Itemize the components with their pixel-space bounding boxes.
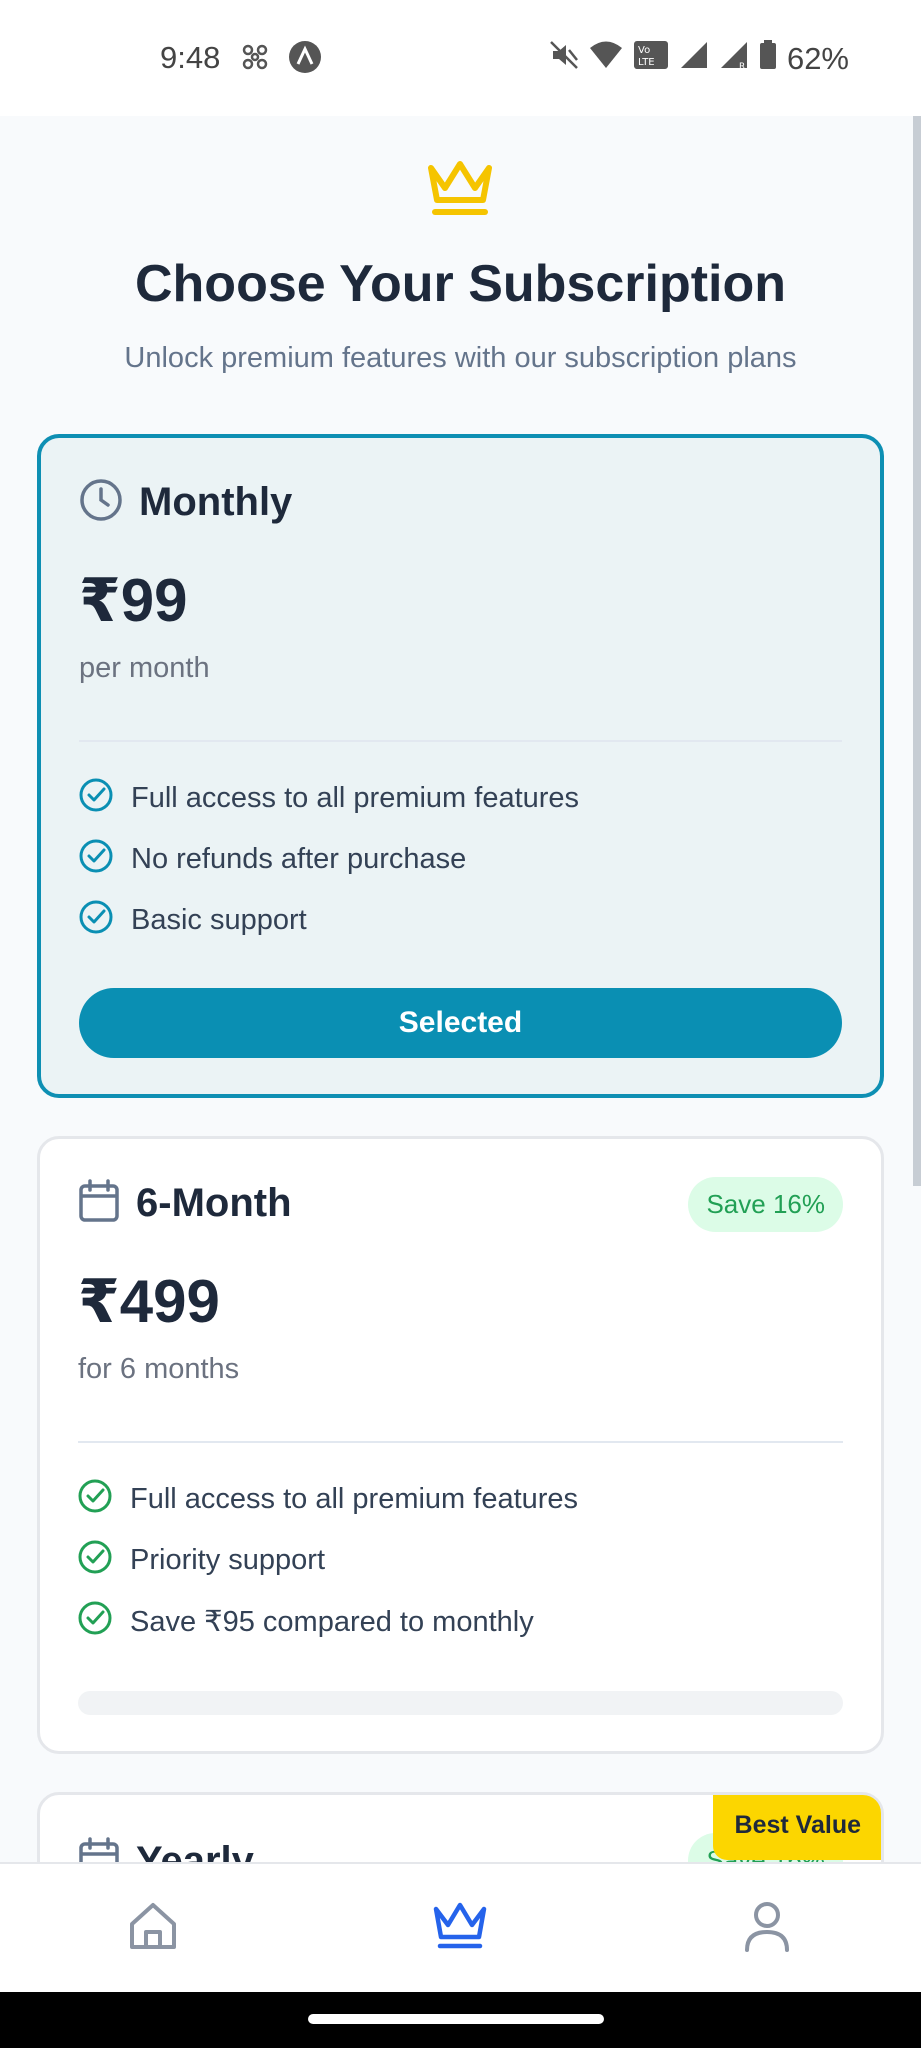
check-circle-icon <box>78 1540 112 1582</box>
status-time: 9:48 <box>160 40 221 75</box>
battery-icon <box>759 40 777 78</box>
bottom-nav <box>0 1862 921 1992</box>
select-plan-button[interactable] <box>78 1691 843 1715</box>
plan-price: ₹99 <box>79 567 188 634</box>
best-value-ribbon: Best Value <box>712 1795 881 1860</box>
plan-card-6-month[interactable]: 6-Month Save 16% ₹499 for 6 months Full … <box>37 1136 884 1754</box>
list-item: Basic support <box>79 890 579 951</box>
feature-text: Full access to all premium features <box>131 782 580 814</box>
wifi-icon <box>589 41 623 77</box>
feature-text: Full access to all premium features <box>130 1483 579 1515</box>
list-item: Save ₹95 compared to monthly <box>78 1591 578 1652</box>
calendar-icon <box>78 1179 120 1228</box>
page-subtitle: Unlock premium features with our subscri… <box>124 342 797 374</box>
crown-icon <box>425 156 495 225</box>
plan-card-yearly[interactable]: Yearly Save 16% Best Value <box>37 1792 884 1862</box>
plan-period: per month <box>79 652 210 684</box>
feature-text: Save ₹95 compared to monthly <box>130 1606 534 1638</box>
status-bar: 9:48 Vo LTE R 62% <box>0 0 921 116</box>
plan-name: Yearly <box>136 1839 254 1862</box>
gesture-bar <box>0 1992 921 2048</box>
check-circle-icon <box>78 1601 112 1643</box>
volte-icon: Vo LTE <box>633 40 669 78</box>
plan-name: 6-Month <box>136 1181 292 1225</box>
check-circle-icon <box>79 839 113 881</box>
home-gesture-handle[interactable] <box>308 2014 604 2024</box>
user-icon <box>743 1900 791 1957</box>
signal-icon <box>679 40 709 78</box>
svg-text:Vo: Vo <box>638 45 650 56</box>
feature-text: Priority support <box>130 1544 326 1576</box>
page-title: Choose Your Subscription <box>134 255 786 313</box>
check-circle-icon <box>78 1479 112 1521</box>
save-badge: Save 16% <box>688 1177 843 1232</box>
list-item: Full access to all premium features <box>78 1469 578 1530</box>
calendar-icon <box>78 1837 120 1862</box>
feature-list: Full access to all premium features No r… <box>79 768 579 951</box>
nav-home[interactable] <box>123 1898 183 1958</box>
plan-name: Monthly <box>139 480 293 524</box>
plan-card-yearly-clip: Yearly Save 16% Best Value <box>37 1792 884 1862</box>
divider <box>79 740 842 742</box>
svg-text:LTE: LTE <box>638 57 655 68</box>
plan-period: for 6 months <box>78 1353 240 1385</box>
selected-button[interactable]: Selected <box>79 988 842 1058</box>
nav-subscription[interactable] <box>430 1898 490 1958</box>
feature-text: Basic support <box>131 904 307 936</box>
list-item: Full access to all premium features <box>79 768 579 829</box>
feature-list: Full access to all premium features Prio… <box>78 1469 578 1652</box>
home-icon <box>127 1900 179 1957</box>
plan-price: ₹499 <box>78 1268 220 1335</box>
nav-profile[interactable] <box>737 1898 797 1958</box>
divider <box>78 1441 843 1443</box>
check-circle-icon <box>79 900 113 942</box>
feature-text: No refunds after purchase <box>131 843 467 875</box>
signal-roaming-icon: R <box>719 40 749 78</box>
clock-icon <box>79 478 123 527</box>
battery-level: 62% <box>786 41 849 76</box>
plan-card-monthly[interactable]: Monthly ₹99 per month Full access to all… <box>37 434 884 1098</box>
check-circle-icon <box>79 778 113 820</box>
list-item: No refunds after purchase <box>79 829 579 890</box>
fan-icon <box>240 42 270 77</box>
list-item: Priority support <box>78 1530 578 1591</box>
crown-icon <box>432 1901 488 1956</box>
mute-icon <box>549 40 579 78</box>
a-circle-icon <box>288 40 322 79</box>
svg-text:R: R <box>739 62 745 70</box>
